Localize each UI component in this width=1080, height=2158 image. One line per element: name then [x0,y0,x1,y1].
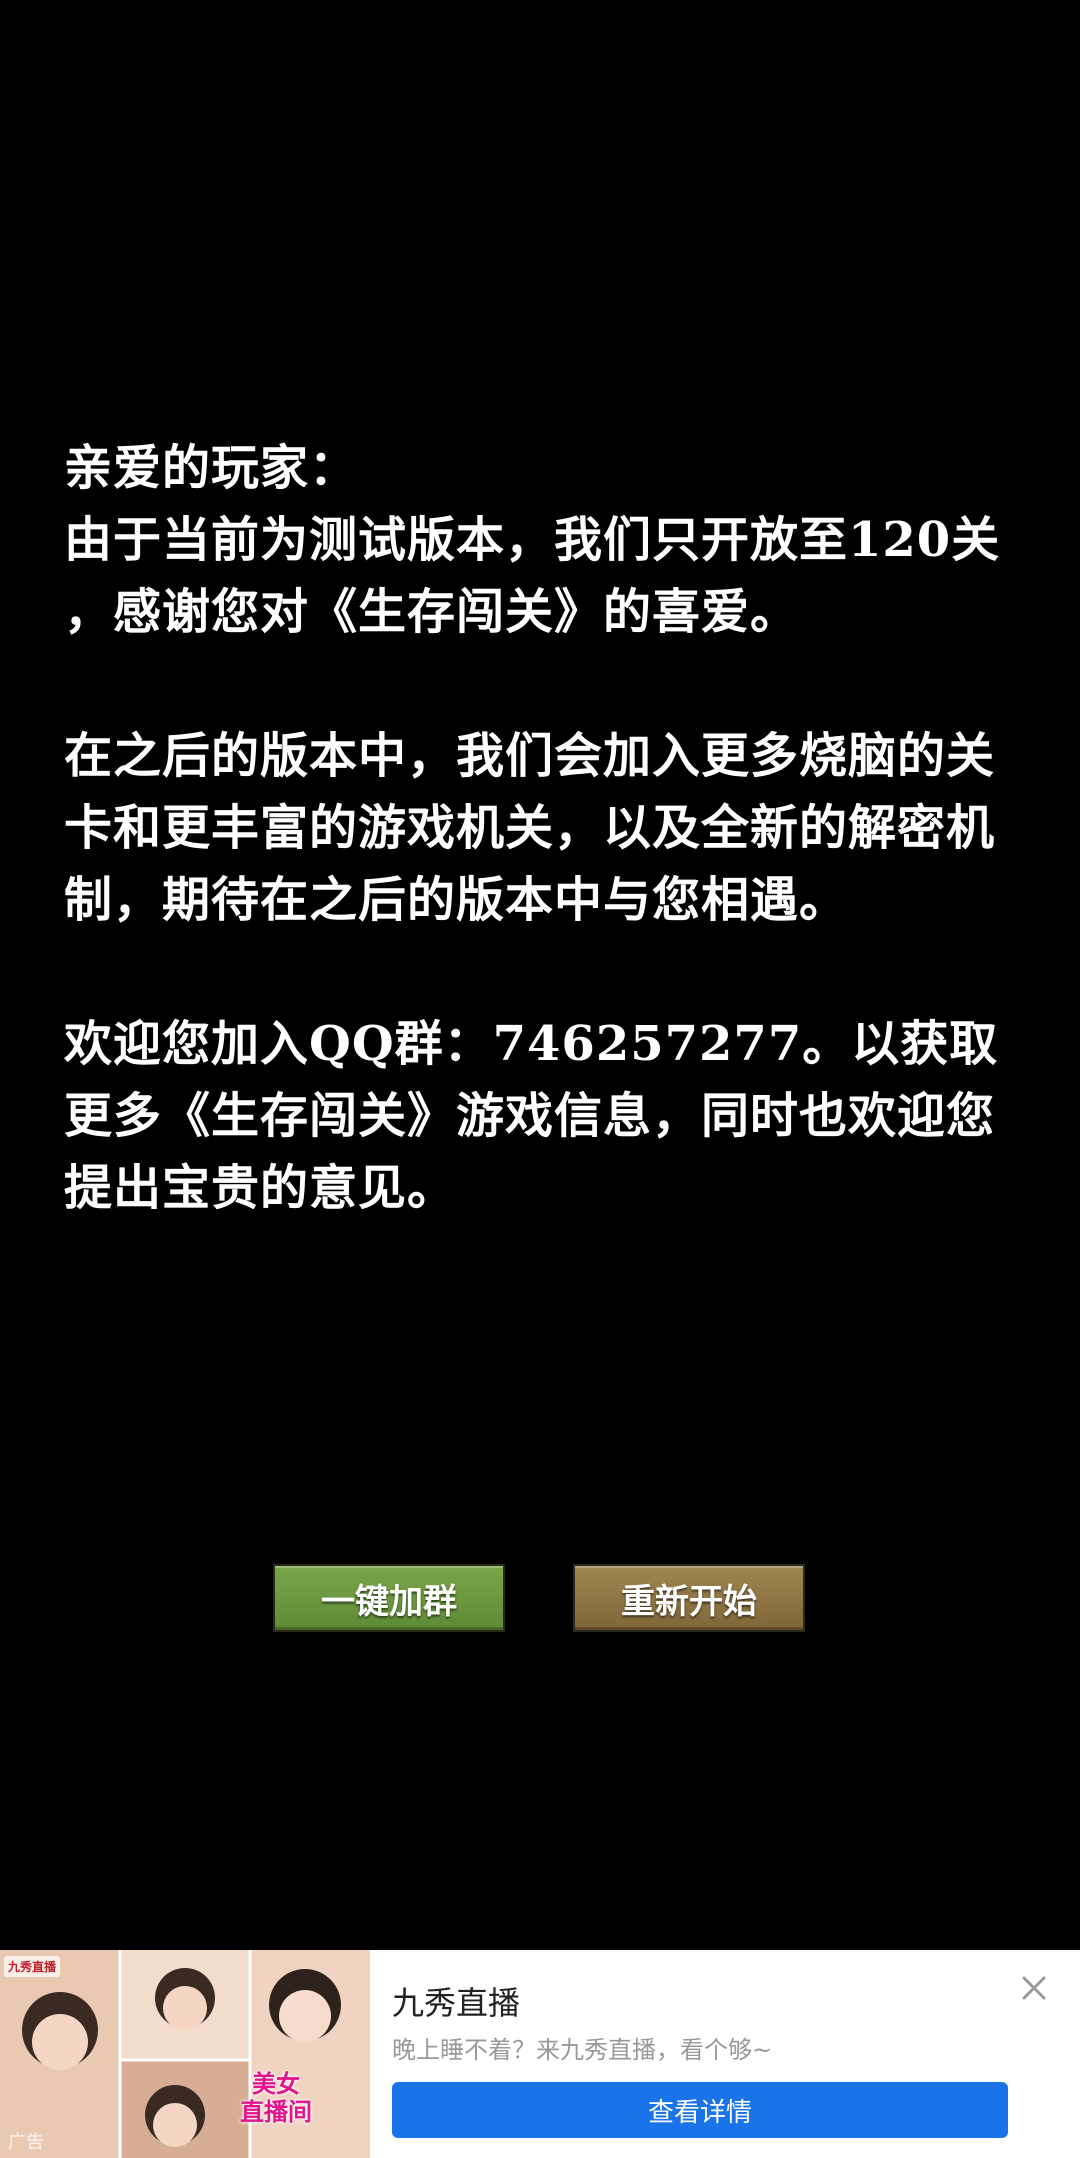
qq-group-text: 欢迎您加入QQ群：746257277。以获取更多《生存闯关》游戏信息，同时也欢迎… [64,1016,999,1216]
future-version-text: 在之后的版本中，我们会加入更多烧脑的关卡和更丰富的游戏机关，以及全新的解密机制，… [64,728,996,928]
info-line-1: 由于当前为测试版本，我们只开放至120关 [64,512,1001,568]
ad-subtitle[interactable]: 晚上睡不着？来九秀直播，看个够~ [392,2030,772,2065]
ad-title[interactable]: 九秀直播 [392,1978,520,2024]
ad-badge: 广告 [8,2132,44,2153]
join-group-button[interactable]: 一键加群 [273,1564,505,1632]
info-line-2: ，感谢您对《生存闯关》的喜爱。 [64,584,800,640]
end-message: 亲爱的玩家： 由于当前为测试版本，我们只开放至120关 ，感谢您对《生存闯关》的… [64,432,1024,1224]
ad-image-caption: 美女 直播间 [240,2070,312,2126]
ad-image-caption-line1: 美女 [252,2070,300,2098]
ad-banner[interactable]: 九秀直播 美女 直播间 广告 九秀直播 晚上睡不着？来九秀直播，看个够~ 查看详… [0,1950,1080,2158]
ad-image[interactable]: 九秀直播 美女 直播间 广告 [0,1950,370,2158]
ad-photo-collage [0,1950,370,2158]
restart-button[interactable]: 重新开始 [573,1564,805,1632]
ad-image-caption-line2: 直播间 [240,2098,312,2126]
game-screen: 亲爱的玩家： 由于当前为测试版本，我们只开放至120关 ，感谢您对《生存闯关》的… [0,0,1080,1950]
greeting-text: 亲爱的玩家： [64,440,359,496]
ad-details-button[interactable]: 查看详情 [392,2082,1008,2138]
ad-logo: 九秀直播 [4,1956,61,1977]
close-icon[interactable] [1016,1970,1052,2006]
